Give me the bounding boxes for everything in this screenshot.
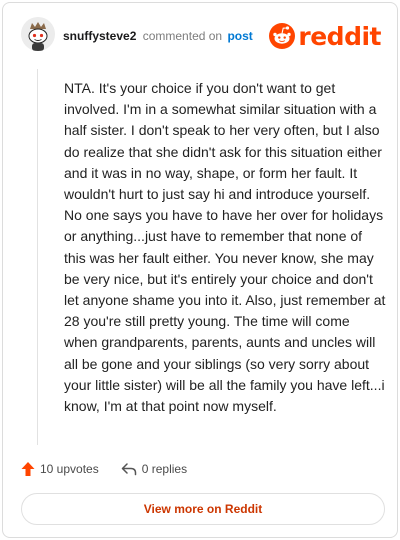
reply-count: 0 replies [141, 462, 188, 476]
reddit-snoo-icon [269, 23, 296, 49]
snoo-avatar-icon [21, 17, 55, 51]
reddit-wordmark: reddit [298, 21, 381, 51]
avatar[interactable] [21, 17, 55, 51]
comment-card: snuffysteve2 commented on post reddit NT… [2, 2, 398, 538]
comment-meta: snuffysteve2 commented on post [63, 29, 253, 43]
comment-body: NTA. It's your choice if you don't want … [64, 80, 386, 415]
meta-verb: commented on [142, 29, 223, 43]
username-link[interactable]: snuffysteve2 [63, 29, 136, 43]
upvote-count: 10 upvotes [40, 462, 99, 476]
thread-line [37, 69, 38, 445]
reply-arrow-icon [121, 463, 136, 476]
upvote-arrow-icon [21, 462, 35, 476]
reddit-logo[interactable]: reddit [269, 21, 381, 51]
post-link[interactable]: post [227, 29, 252, 43]
view-more-button[interactable]: View more on Reddit [21, 493, 385, 525]
comment-header: snuffysteve2 commented on post reddit [21, 17, 381, 57]
comment-actions: 10 upvotes 0 replies [21, 459, 209, 479]
upvote-button[interactable]: 10 upvotes [21, 461, 99, 477]
reply-button[interactable]: 0 replies [121, 462, 187, 476]
